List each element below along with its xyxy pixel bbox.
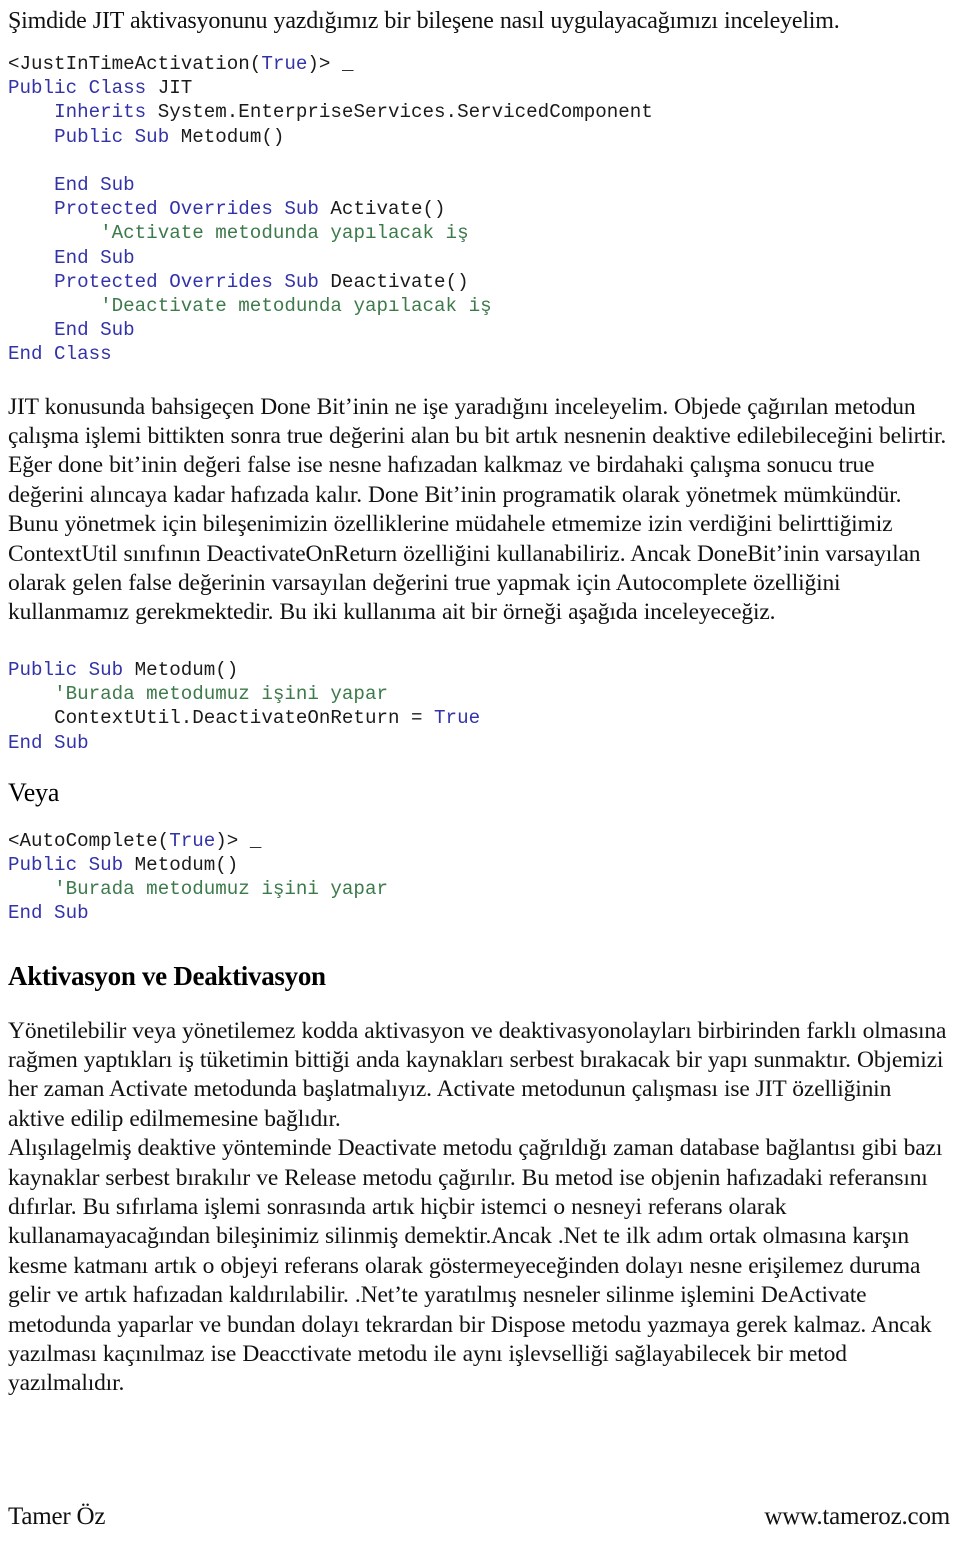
code-block-jit-class: <JustInTimeActivation(True)> _ Public Cl…: [8, 53, 653, 366]
code-block-autocomplete: <AutoComplete(True)> _ Public Sub Metodu…: [8, 829, 388, 925]
paragraph-done-bit: JIT konusunda bahsigeçen Done Bit’inin n…: [8, 393, 947, 626]
veya-label: Veya: [8, 777, 60, 807]
page-footer: Tamer Öz www.tameroz.com: [8, 1502, 950, 1532]
footer-author: Tamer Öz: [8, 1503, 106, 1530]
intro-sentence: Şimdide JIT aktivasyonunu yazdığımız bir…: [8, 8, 840, 34]
paragraph-deactivation-details: Alışılagelmiş deaktive yönteminde Deacti…: [8, 1135, 943, 1397]
document-page: Şimdide JIT aktivasyonunu yazdığımız bir…: [0, 6, 960, 1548]
footer-website: www.tameroz.com: [764, 1503, 950, 1530]
paragraph-activation-overview: Yönetilebilir veya yönetilemez kodda akt…: [8, 1017, 947, 1132]
section-heading-aktivasyon: Aktivasyon ve Deaktivasyon: [8, 960, 326, 991]
code-block-deactivateonreturn: Public Sub Metodum() 'Burada metodumuz i…: [8, 658, 481, 754]
